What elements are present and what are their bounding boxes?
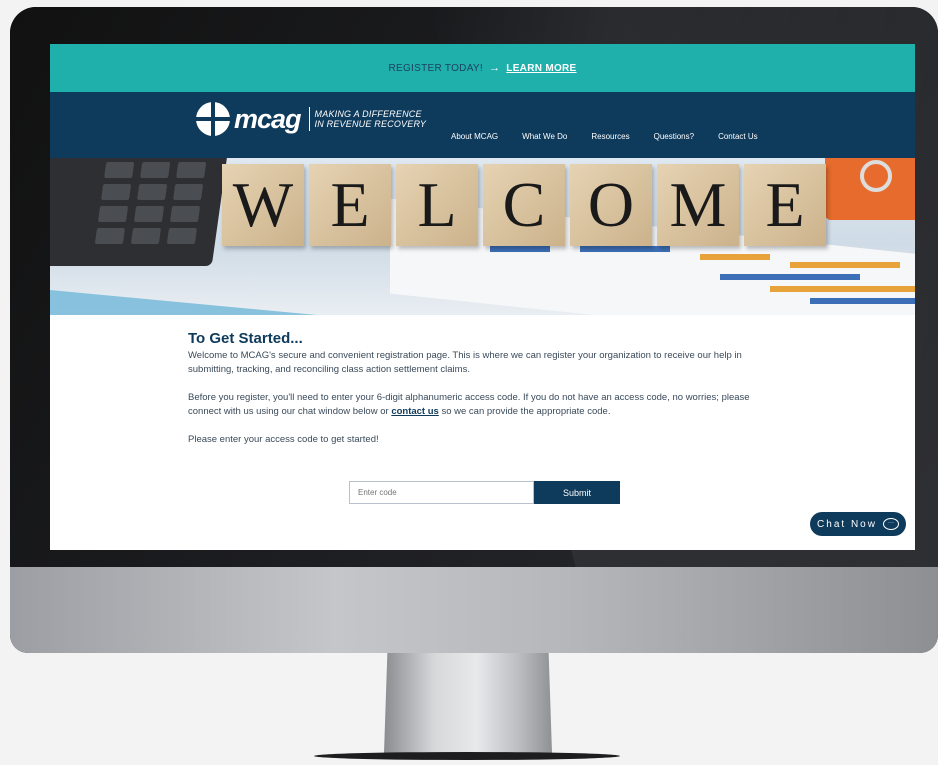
prompt-paragraph: Please enter your access code to get sta…: [188, 434, 379, 445]
desk-reflection: [50, 290, 370, 315]
welcome-hero-image: W E L C O M E: [50, 158, 915, 315]
submit-button[interactable]: Submit: [534, 481, 620, 504]
learn-more-link[interactable]: LEARN MORE: [506, 63, 576, 74]
nav-item-what-we-do[interactable]: What We Do: [522, 132, 567, 141]
tagline-line-2: IN REVENUE RECOVERY: [314, 119, 427, 129]
main-navigation: mcag MAKING A DIFFERENCE IN REVENUE RECO…: [50, 92, 915, 158]
block-letter: O: [570, 164, 652, 246]
access-code-form: Submit: [349, 481, 620, 504]
contact-us-link[interactable]: contact us: [391, 406, 439, 417]
mcag-logo[interactable]: mcag MAKING A DIFFERENCE IN REVENUE RECO…: [196, 102, 426, 136]
instructions-text-end: so we can provide the appropriate code.: [438, 406, 611, 417]
nav-item-contact[interactable]: Contact Us: [718, 132, 758, 141]
chat-now-label: Chat Now: [817, 518, 877, 530]
welcome-blocks: W E L C O M E: [222, 164, 826, 246]
block-letter: C: [483, 164, 565, 246]
binder-ring: [860, 160, 892, 192]
tagline-line-1: MAKING A DIFFERENCE: [314, 109, 422, 119]
monitor-stand-base: [314, 752, 620, 760]
nav-item-questions[interactable]: Questions?: [654, 132, 694, 141]
monitor-stand: [384, 653, 552, 753]
chat-now-button[interactable]: Chat Now ···: [810, 512, 906, 536]
nav-menu: About MCAG What We Do Resources Question…: [451, 132, 758, 141]
chat-bubble-icon: ···: [882, 518, 899, 530]
logo-tagline: MAKING A DIFFERENCE IN REVENUE RECOVERY: [315, 109, 427, 129]
arrow-right-icon: →: [488, 62, 501, 74]
calculator-graphic: [50, 158, 229, 266]
crosshair-logo-icon: [196, 102, 230, 136]
page-title: To Get Started...: [188, 330, 303, 347]
instructions-paragraph: Before you register, you'll need to ente…: [188, 391, 778, 419]
block-letter: E: [744, 164, 826, 246]
monitor-chin: [10, 567, 938, 653]
nav-item-about[interactable]: About MCAG: [451, 132, 498, 141]
intro-paragraph: Welcome to MCAG's secure and convenient …: [188, 350, 742, 375]
block-letter: W: [222, 164, 304, 246]
nav-item-resources[interactable]: Resources: [591, 132, 629, 141]
block-letter: E: [309, 164, 391, 246]
block-letter: L: [396, 164, 478, 246]
logo-divider: [308, 107, 310, 131]
block-letter: M: [657, 164, 739, 246]
report-bars: [470, 240, 915, 310]
main-content: To Get Started... Welcome to MCAG's secu…: [50, 315, 915, 447]
promo-banner: REGISTER TODAY! → LEARN MORE: [50, 44, 915, 92]
website-screen: REGISTER TODAY! → LEARN MORE mcag MAKING…: [50, 44, 915, 550]
logo-wordmark: mcag: [234, 103, 302, 134]
banner-text: REGISTER TODAY!: [388, 62, 483, 74]
access-code-input[interactable]: [349, 481, 534, 504]
